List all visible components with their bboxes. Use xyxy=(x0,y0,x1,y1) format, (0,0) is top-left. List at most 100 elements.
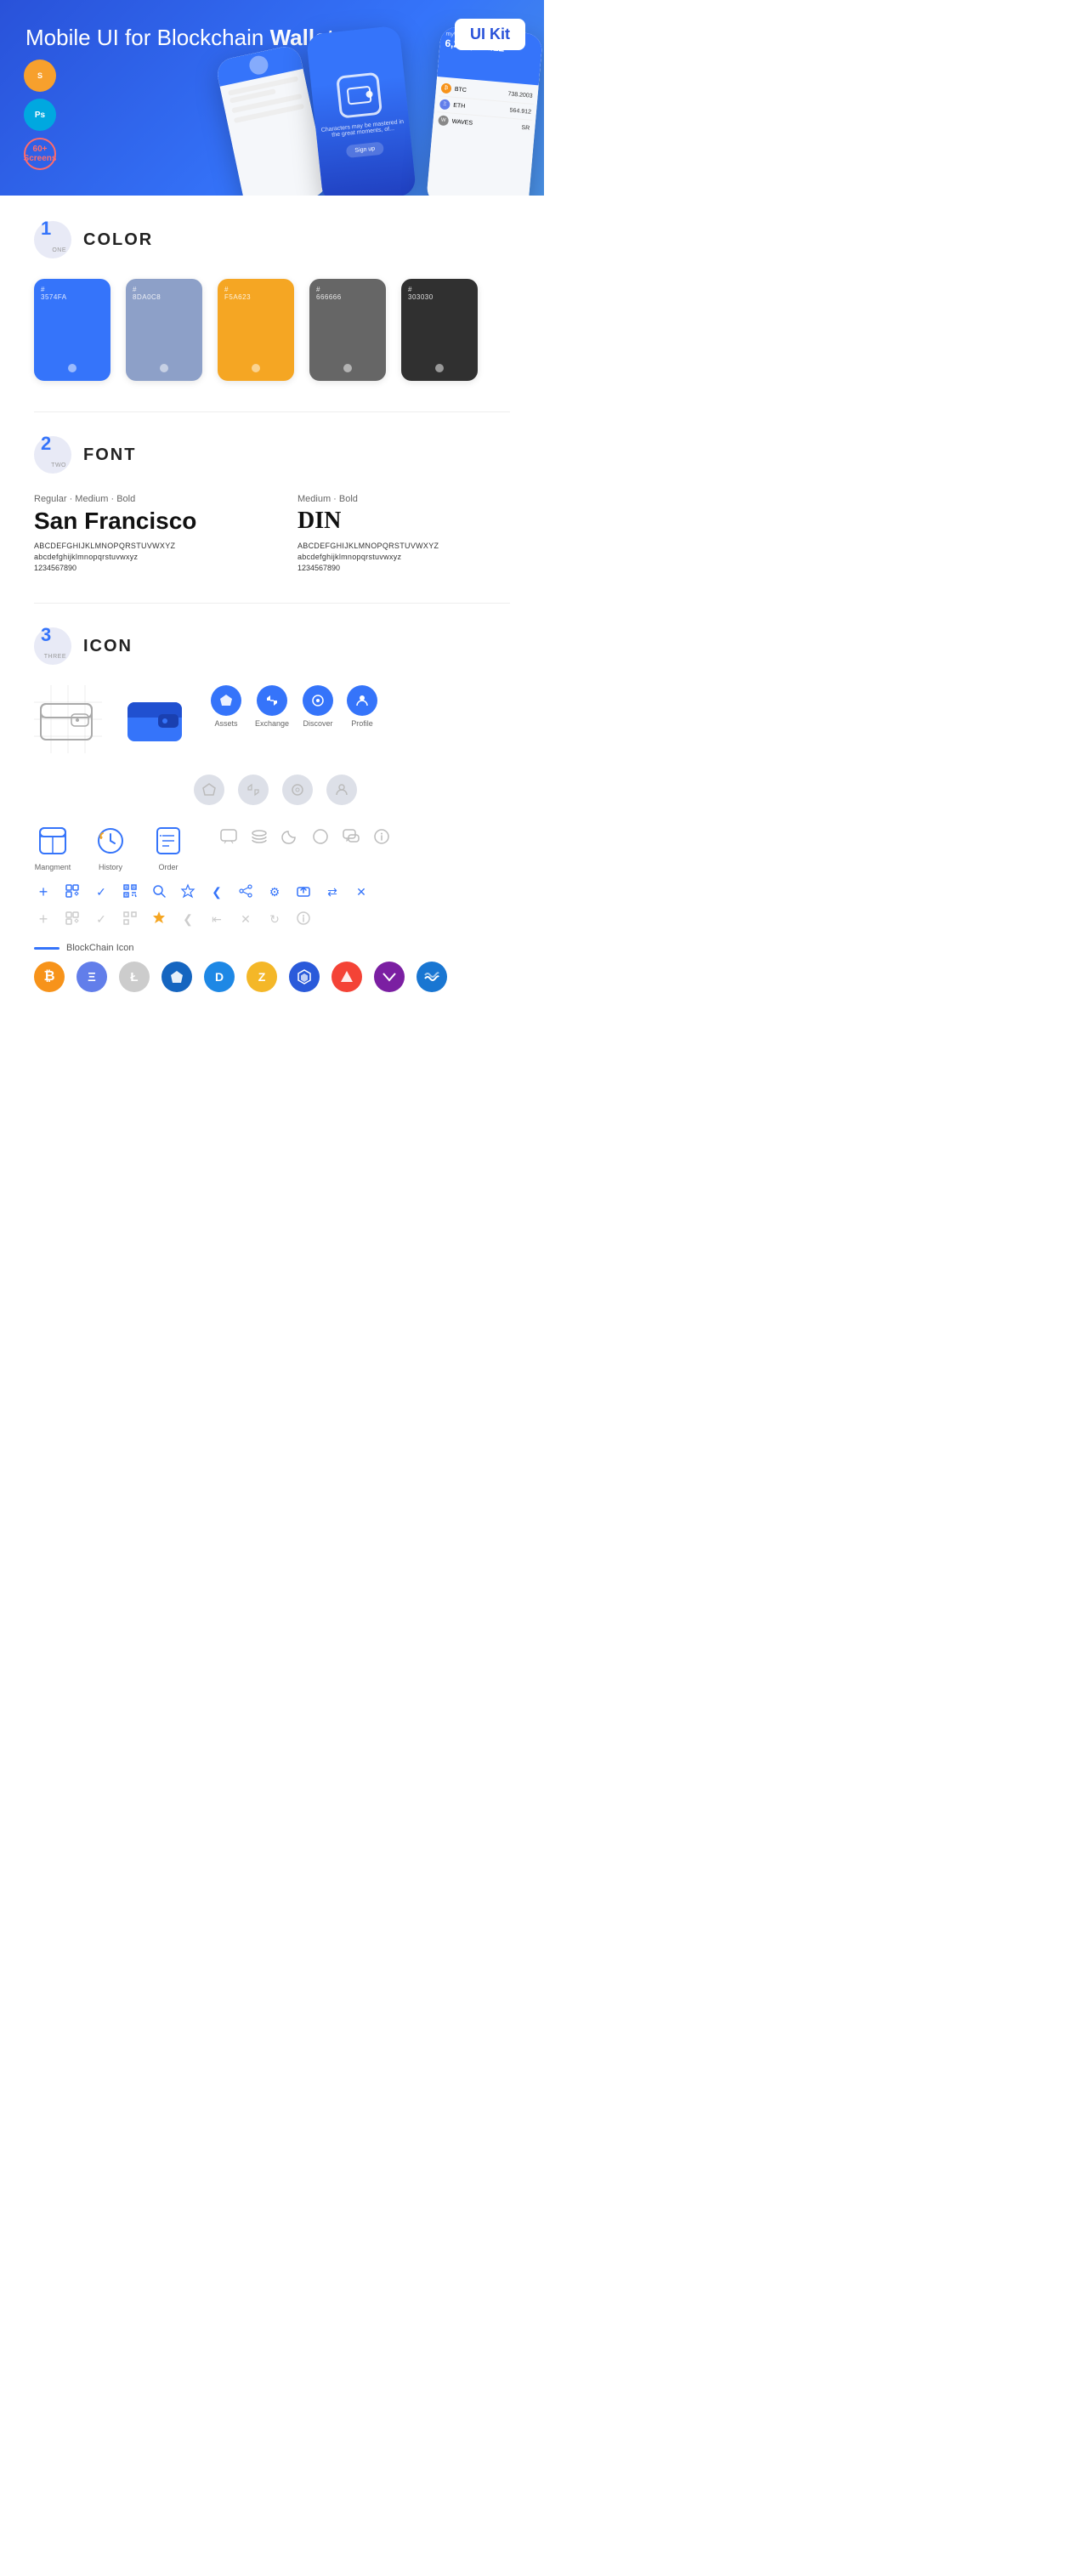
din-font-name: DIN xyxy=(298,508,510,535)
crypto-dash: D xyxy=(204,962,235,992)
font-display-container: Regular · Medium · Bold San Francisco AB… xyxy=(34,494,510,572)
section-number-2: 2 TWO xyxy=(34,436,71,474)
crypto-zcash: Z xyxy=(246,962,277,992)
divider-2 xyxy=(34,603,510,604)
icon-share-gray: ⇤ xyxy=(207,912,226,927)
divider-1 xyxy=(34,411,510,412)
sf-style-label: Regular · Medium · Bold xyxy=(34,494,246,504)
icon-moon xyxy=(279,826,301,848)
blockchain-line-accent xyxy=(34,947,60,950)
icon-qr-gray xyxy=(121,911,139,928)
crypto-eth: Ξ xyxy=(76,962,107,992)
color-section-header: 1 ONE COLOR xyxy=(34,221,510,258)
icon-grid-edit-gray xyxy=(63,911,82,928)
sf-font-name: San Francisco xyxy=(34,508,246,535)
din-numbers: 1234567890 xyxy=(298,564,510,572)
din-lowercase: abcdefghijklmnopqrstuvwxyz xyxy=(298,553,510,561)
icon-close: ✕ xyxy=(352,885,371,899)
icon-star-yellow xyxy=(150,910,168,929)
crypto-ltc: Ł xyxy=(119,962,150,992)
crypto-waves xyxy=(416,962,447,992)
toolbar-icons-blue: + ✓ xyxy=(34,883,510,901)
screens-badge: 60+Screens xyxy=(24,138,56,170)
crypto-btc: ₿ xyxy=(34,962,65,992)
icon-order: Order xyxy=(150,822,187,871)
blockchain-label-text: BlockChain Icon xyxy=(66,943,134,953)
icon-stack xyxy=(248,826,270,848)
icon-send-box xyxy=(294,883,313,901)
icon-chevron-left: ❮ xyxy=(207,885,226,899)
crypto-stratis xyxy=(162,962,192,992)
icon-section-title: ICON xyxy=(83,637,133,656)
icon-chat xyxy=(340,826,362,848)
icon-add-gray: + xyxy=(34,911,53,928)
icon-refresh-gray: ↻ xyxy=(265,912,284,927)
icon-exchange: Exchange xyxy=(255,685,289,728)
hero-section: Mobile UI for Blockchain Wallet UI Kit S… xyxy=(0,0,544,196)
color-swatch-dark: #303030 xyxy=(401,279,478,381)
hero-phones: Characters may be mastered in the great … xyxy=(196,26,544,196)
icon-section-header: 3 THREE ICON xyxy=(34,627,510,665)
icon-share xyxy=(236,883,255,901)
sf-numbers: 1234567890 xyxy=(34,564,246,572)
blockchain-label-row: BlockChain Icon xyxy=(34,943,510,953)
icon-message xyxy=(218,826,240,848)
ps-badge: Ps xyxy=(24,99,56,131)
color-swatch-orange: #F5A623 xyxy=(218,279,294,381)
color-swatch-grayblue: #8DA0C8 xyxy=(126,279,202,381)
font-section-header: 2 TWO FONT xyxy=(34,436,510,474)
color-swatches-container: #3574FA #8DA0C8 #F5A623 #666666 #303030 xyxy=(34,279,510,381)
color-swatch-blue: #3574FA xyxy=(34,279,110,381)
main-content: 1 ONE COLOR #3574FA #8DA0C8 #F5A623 #666… xyxy=(0,196,544,1038)
wallet-wireframe-icon xyxy=(34,685,102,753)
icon-assets-gray xyxy=(194,775,224,805)
crypto-qtum xyxy=(289,962,320,992)
crypto-ark xyxy=(332,962,362,992)
icon-profile: Profile xyxy=(347,685,377,728)
icon-x-gray: ✕ xyxy=(236,912,255,927)
sf-lowercase: abcdefghijklmnopqrstuvwxyz xyxy=(34,553,246,561)
sketch-badge: S xyxy=(24,60,56,92)
nav-icons-row: Assets Exchange xyxy=(211,685,377,728)
icon-profile-gray xyxy=(326,775,357,805)
icon-discover-gray xyxy=(282,775,313,805)
color-section-title: COLOR xyxy=(83,230,153,250)
icon-exchange-gray xyxy=(238,775,269,805)
icon-star xyxy=(178,883,197,901)
icon-discover: Discover xyxy=(303,685,333,728)
crypto-icons-row: ₿ Ξ Ł D Z xyxy=(34,962,510,992)
icon-grid-edit xyxy=(63,883,82,901)
icon-history: History xyxy=(92,822,129,871)
crypto-verge xyxy=(374,962,405,992)
icon-chevron-left-gray: ❮ xyxy=(178,912,197,927)
wallet-filled-icon xyxy=(122,685,190,757)
misc-icons-row xyxy=(218,826,393,848)
phone-mock-3: myWallet 6,297,502.12 ₿ BTC 738.2003 Ξ E… xyxy=(426,26,543,196)
toolbar-icons-gray: + ✓ ❮ ⇤ ✕ ↻ xyxy=(34,910,510,929)
icon-info-gray xyxy=(294,911,313,928)
icon-circle xyxy=(309,826,332,848)
icon-check-gray: ✓ xyxy=(92,912,110,927)
app-icons-row: Mangment History xyxy=(34,822,510,871)
din-uppercase: ABCDEFGHIJKLMNOPQRSTUVWXYZ xyxy=(298,542,510,550)
icon-search xyxy=(150,883,168,901)
icon-management: Mangment xyxy=(34,822,71,871)
font-san-francisco: Regular · Medium · Bold San Francisco AB… xyxy=(34,494,246,572)
icon-assets: Assets xyxy=(211,685,241,728)
section-number-3: 3 THREE xyxy=(34,627,71,665)
icon-swap: ⇄ xyxy=(323,885,342,899)
section-number-1: 1 ONE xyxy=(34,221,71,258)
ui-kit-badge: UI Kit xyxy=(455,19,525,50)
color-swatch-gray: #666666 xyxy=(309,279,386,381)
hero-tool-badges: S Ps 60+Screens xyxy=(24,60,56,170)
din-style-label: Medium · Bold xyxy=(298,494,510,504)
font-section-title: FONT xyxy=(83,445,136,465)
icon-qr xyxy=(121,883,139,901)
font-din: Medium · Bold DIN ABCDEFGHIJKLMNOPQRSTUV… xyxy=(298,494,510,572)
nav-icons-gray-row xyxy=(194,775,510,805)
icon-add: + xyxy=(34,883,53,901)
icon-info xyxy=(371,826,393,848)
sf-uppercase: ABCDEFGHIJKLMNOPQRSTUVWXYZ xyxy=(34,542,246,550)
icon-check: ✓ xyxy=(92,885,110,899)
phone-mock-2: Characters may be mastered in the great … xyxy=(306,26,416,196)
